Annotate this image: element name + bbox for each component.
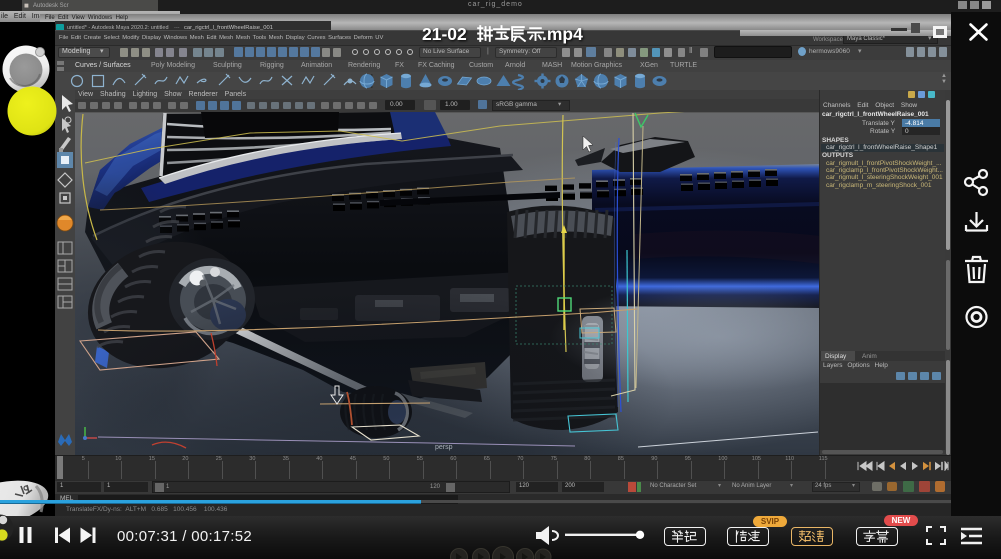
svg-text:persp: persp (435, 444, 453, 451)
